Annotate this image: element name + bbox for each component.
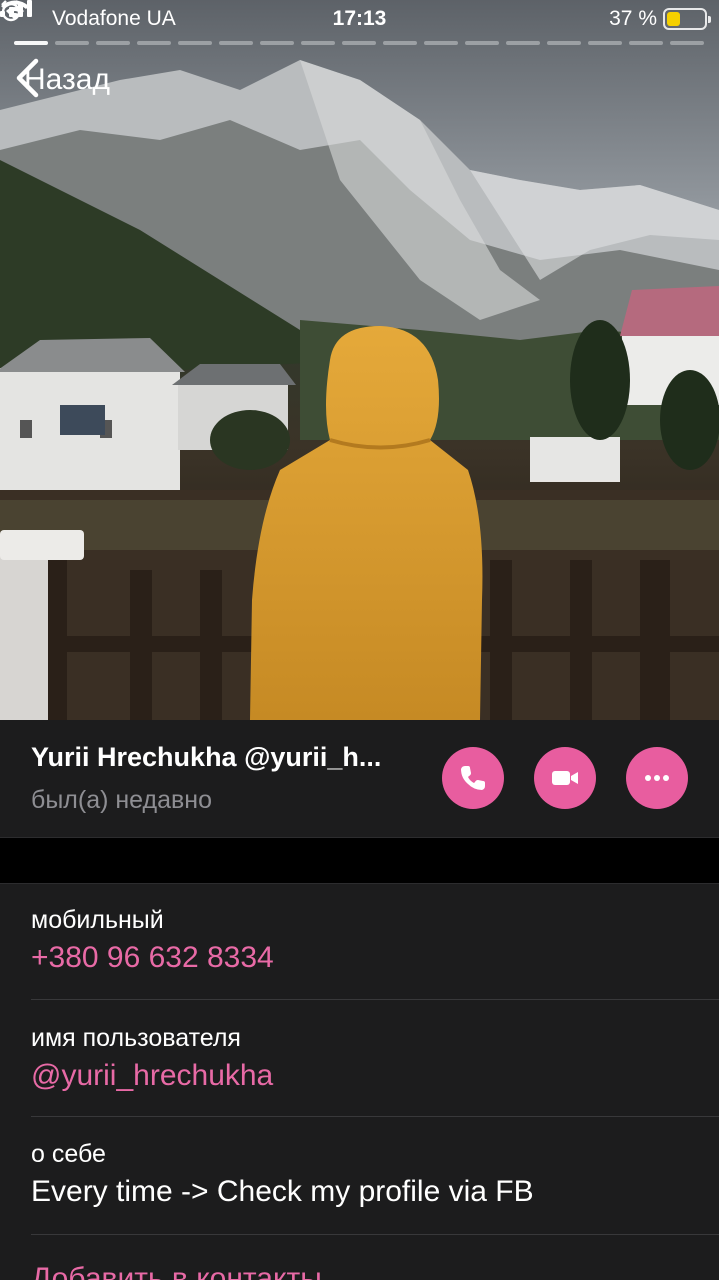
add-to-contacts-button[interactable]: Добавить в контакты: [31, 1262, 322, 1280]
alarm-icon: [1, 0, 21, 22]
mobile-row[interactable]: мобильный +380 96 632 8334: [31, 906, 719, 975]
more-dots-icon: [645, 775, 669, 781]
last-seen-status: был(а) недавно: [31, 786, 213, 814]
battery-level: [667, 12, 681, 26]
back-button[interactable]: Назад: [14, 58, 110, 102]
progress-segment: [219, 41, 253, 45]
photo-progress-segments: [14, 41, 704, 46]
progress-segment: [178, 41, 212, 45]
username-row[interactable]: имя пользователя @yurii_hrechukha: [31, 1024, 719, 1093]
divider: [31, 1234, 719, 1235]
status-bar: Vodafone UA 17:13 37 %: [0, 0, 719, 40]
divider: [31, 999, 719, 1000]
mobile-label: мобильный: [31, 906, 164, 934]
progress-segment: [14, 41, 48, 45]
bio-row: о себе Every time -> Check my profile vi…: [31, 1140, 719, 1209]
progress-segment: [55, 41, 89, 45]
progress-segment: [137, 41, 171, 45]
progress-segment: [301, 41, 335, 45]
phone-icon: [461, 766, 485, 790]
progress-segment: [424, 41, 458, 45]
username-label: имя пользователя: [31, 1024, 241, 1052]
progress-segment: [342, 41, 376, 45]
bio-text: Every time -> Check my profile via FB: [31, 1175, 534, 1208]
battery-percent: 37 %: [609, 7, 657, 30]
mobile-number[interactable]: +380 96 632 8334: [31, 941, 719, 975]
video-call-button[interactable]: [534, 747, 596, 809]
call-button[interactable]: [442, 747, 504, 809]
progress-segment: [588, 41, 622, 45]
progress-segment: [465, 41, 499, 45]
bio-label: о себе: [31, 1140, 106, 1168]
progress-segment: [260, 41, 294, 45]
contact-info-list: мобильный +380 96 632 8334 имя пользоват…: [0, 883, 719, 1280]
profile-photo[interactable]: Vodafone UA 17:13 37 % Назад: [0, 0, 719, 720]
divider: [31, 1116, 719, 1117]
profile-name: Yurii Hrechukha @yurii_h...: [31, 742, 382, 772]
more-button[interactable]: [626, 747, 688, 809]
username-value[interactable]: @yurii_hrechukha: [31, 1059, 719, 1093]
section-gap: [0, 837, 719, 883]
video-camera-icon: [552, 771, 578, 785]
mountain-landscape-image: [0, 0, 719, 720]
progress-segment: [506, 41, 540, 45]
progress-segment: [383, 41, 417, 45]
progress-segment: [670, 41, 704, 45]
progress-segment: [629, 41, 663, 45]
battery-icon: [663, 8, 711, 30]
progress-segment: [96, 41, 130, 45]
chevron-left-icon: [16, 58, 39, 98]
progress-segment: [547, 41, 581, 45]
profile-header: Yurii Hrechukha @yurii_h... был(а) недав…: [0, 720, 719, 837]
